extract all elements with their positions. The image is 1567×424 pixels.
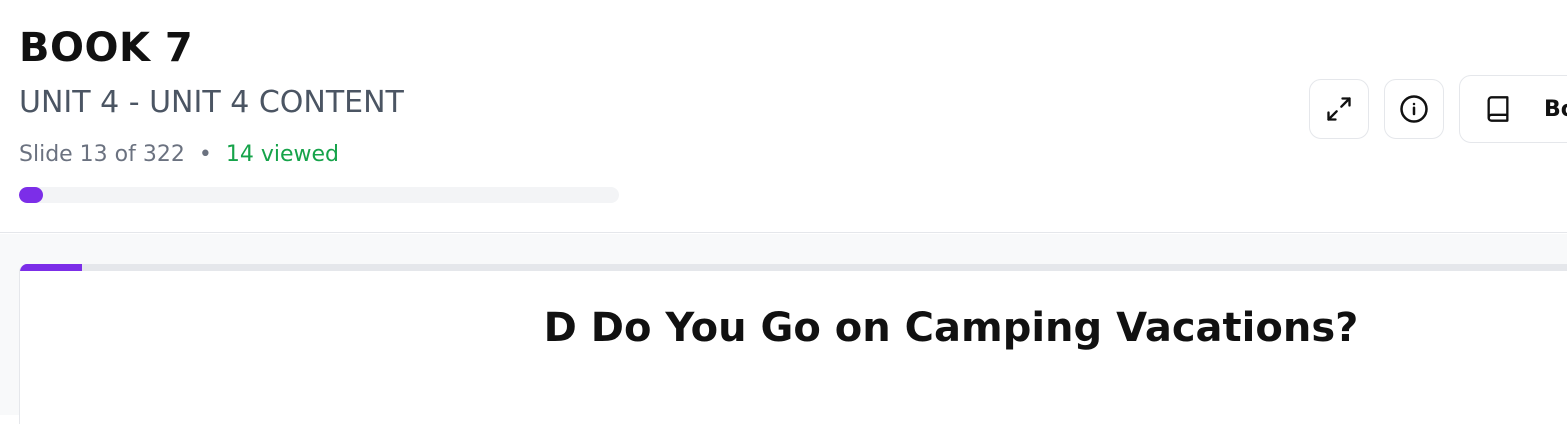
slide-position: Slide 13 of 322 (19, 142, 185, 167)
slide-heading: D Do You Go on Camping Vacations? (543, 305, 1359, 351)
unit-title: UNIT 4 - UNIT 4 CONTENT (19, 85, 404, 120)
info-button[interactable] (1384, 79, 1444, 139)
book-title: BOOK 7 (19, 25, 194, 71)
book-button[interactable]: Bo (1459, 75, 1567, 143)
slide-header: BOOK 7 UNIT 4 - UNIT 4 CONTENT Slide 13 … (0, 0, 1567, 233)
info-icon (1399, 94, 1429, 124)
slide-progress-fill (20, 264, 83, 271)
deck-progress-fill (19, 187, 43, 203)
slide-meta: Slide 13 of 322 • 14 viewed (19, 140, 339, 170)
book-icon (1484, 94, 1512, 124)
deck-progress-bar (19, 187, 619, 203)
book-button-label: Bo (1544, 96, 1567, 122)
fullscreen-button[interactable] (1309, 79, 1369, 139)
meta-separator: • (198, 142, 212, 167)
slide-progress-bar (20, 264, 1567, 271)
viewed-count: 14 viewed (225, 142, 339, 167)
expand-icon (1325, 95, 1353, 123)
slide-card: D Do You Go on Camping Vacations? (19, 264, 1567, 424)
